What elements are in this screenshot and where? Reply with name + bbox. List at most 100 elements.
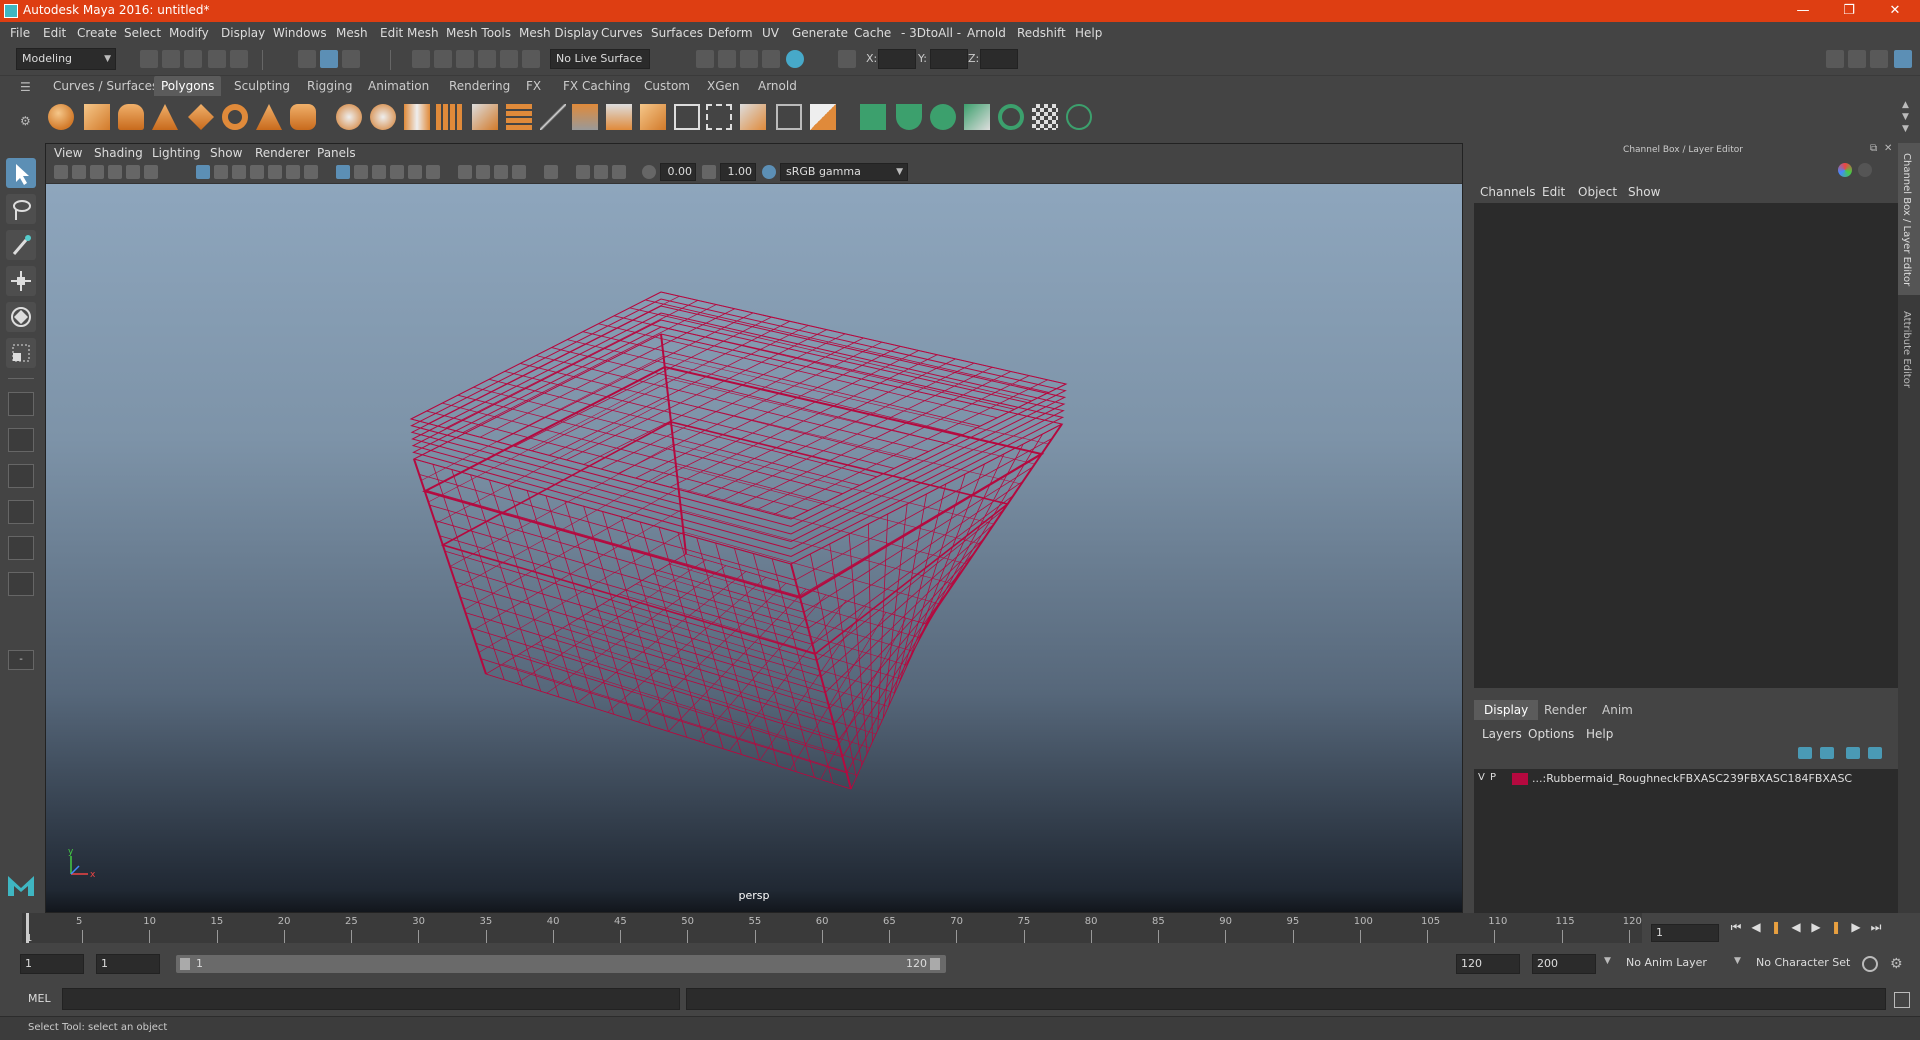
select-component-icon[interactable] <box>342 50 360 68</box>
tool-settings-icon[interactable] <box>1870 50 1888 68</box>
current-time-field[interactable]: 1 <box>1651 924 1719 942</box>
merge-icon[interactable] <box>776 104 802 130</box>
two-pane-layout-icon[interactable] <box>8 464 34 488</box>
menu-edit-mesh[interactable]: Edit Mesh <box>380 26 439 40</box>
menu-3dtoall[interactable]: - 3DtoAll - <box>901 26 961 40</box>
uv-planar-icon[interactable] <box>860 104 886 130</box>
ipr-render-icon[interactable] <box>740 50 758 68</box>
target-weld-icon[interactable] <box>740 104 766 130</box>
menu-mesh[interactable]: Mesh <box>336 26 368 40</box>
attribute-editor-icon[interactable] <box>1848 50 1866 68</box>
channel-box-icon[interactable] <box>1894 50 1912 68</box>
bridge-icon[interactable] <box>606 104 632 130</box>
snap-magnet-icon[interactable] <box>522 50 540 68</box>
camera-attributes-icon[interactable] <box>72 165 86 179</box>
shelf-scroll-up-icon[interactable]: ▲ <box>1902 100 1909 110</box>
command-input[interactable] <box>62 988 680 1010</box>
outliner-toggle-icon[interactable]: - <box>8 650 34 670</box>
gamma-field[interactable]: 1.00 <box>720 163 756 181</box>
field-chart-icon[interactable] <box>268 165 282 179</box>
snap-point-icon[interactable] <box>456 50 474 68</box>
vp-menu-show[interactable]: Show <box>210 146 242 160</box>
menu-redshift[interactable]: Redshift <box>1017 26 1066 40</box>
exposure-icon[interactable] <box>642 165 656 179</box>
poly-torus-icon[interactable] <box>222 104 248 130</box>
vp-menu-shading[interactable]: Shading <box>94 146 143 160</box>
tab-sculpting[interactable]: Sculpting <box>227 76 297 96</box>
close-button[interactable]: ✕ <box>1872 0 1918 22</box>
tab-render[interactable]: Render <box>1534 700 1597 720</box>
uv-cylindrical-icon[interactable] <box>896 104 922 130</box>
tab-polygons[interactable]: Polygons <box>154 76 222 96</box>
menu-arnold[interactable]: Arnold <box>967 26 1006 40</box>
menu-curves[interactable]: Curves <box>601 26 643 40</box>
render-current-icon[interactable] <box>718 50 736 68</box>
smooth-shade-icon[interactable] <box>354 165 368 179</box>
open-scene-icon[interactable] <box>162 50 180 68</box>
vp-menu-renderer[interactable]: Renderer <box>255 146 310 160</box>
menu-mesh-tools[interactable]: Mesh Tools <box>446 26 511 40</box>
layer-color-swatch[interactable] <box>1512 773 1528 785</box>
step-forward-key-icon[interactable]: ❚ <box>1828 919 1844 935</box>
safe-title-icon[interactable] <box>304 165 318 179</box>
manipulator-icon[interactable] <box>1838 163 1852 177</box>
playback-start-field[interactable]: 1 <box>96 954 160 974</box>
anti-aliasing-icon[interactable] <box>494 165 508 179</box>
script-editor-icon[interactable] <box>1894 992 1910 1008</box>
menu-edit[interactable]: Edit <box>43 26 66 40</box>
select-object-icon[interactable] <box>320 50 338 68</box>
color-management-icon[interactable] <box>762 165 776 179</box>
animation-end-field[interactable]: 200 <box>1532 954 1596 974</box>
uv-spherical-icon[interactable] <box>930 104 956 130</box>
hypershade-icon[interactable] <box>786 50 804 68</box>
minimize-button[interactable]: — <box>1780 0 1826 22</box>
tab-display[interactable]: Display <box>1474 700 1539 720</box>
move-tool-icon[interactable] <box>6 266 36 296</box>
go-to-end-icon[interactable]: ⏭ <box>1868 919 1884 935</box>
uv-auto-icon[interactable] <box>964 104 990 130</box>
cb-menu-object[interactable]: Object <box>1578 185 1617 199</box>
snap-curve-icon[interactable] <box>434 50 452 68</box>
persp-outliner-layout-icon[interactable] <box>8 536 34 560</box>
append-icon[interactable] <box>674 104 700 130</box>
wireframe-icon[interactable] <box>336 165 350 179</box>
poly-pipe-icon[interactable] <box>290 104 316 130</box>
image-plane-icon[interactable] <box>108 165 122 179</box>
use-all-lights-icon[interactable] <box>408 165 422 179</box>
select-camera-icon[interactable] <box>54 165 68 179</box>
layer-menu-help[interactable]: Help <box>1586 727 1613 741</box>
collapse-icon[interactable] <box>810 104 836 130</box>
shelf-menu-icon[interactable]: ☰ <box>20 80 34 94</box>
screen-space-ao-icon[interactable] <box>458 165 472 179</box>
save-scene-icon[interactable] <box>184 50 202 68</box>
auto-key-icon[interactable] <box>1862 956 1878 972</box>
layer-name[interactable]: ...:Rubbermaid_RoughneckFBXASC239FBXASC1… <box>1532 772 1852 785</box>
tab-xgen[interactable]: XGen <box>700 76 747 96</box>
persp-graph-layout-icon[interactable] <box>8 500 34 524</box>
xray-components-icon[interactable] <box>612 165 626 179</box>
depth-of-field-icon[interactable] <box>512 165 526 179</box>
move-layer-up-icon[interactable] <box>1798 747 1812 759</box>
combine-icon[interactable] <box>336 104 362 130</box>
menu-windows[interactable]: Windows <box>273 26 327 40</box>
tab-arnold[interactable]: Arnold <box>751 76 804 96</box>
reduce-icon[interactable] <box>472 104 498 130</box>
textured-icon[interactable] <box>390 165 404 179</box>
separate-icon[interactable] <box>370 104 396 130</box>
layer-menu-layers[interactable]: Layers <box>1482 727 1522 741</box>
transform-constraint-icon[interactable] <box>838 50 856 68</box>
vp-menu-panels[interactable]: Panels <box>317 146 356 160</box>
snap-view-icon[interactable] <box>478 50 496 68</box>
step-back-frame-icon[interactable]: ◀ <box>1748 919 1764 935</box>
menu-surfaces[interactable]: Surfaces <box>651 26 703 40</box>
poly-cylinder-icon[interactable] <box>118 104 144 130</box>
tab-custom[interactable]: Custom <box>637 76 697 96</box>
poly-cube-icon[interactable] <box>84 104 110 130</box>
step-back-key-icon[interactable]: ❚ <box>1768 919 1784 935</box>
z-field[interactable] <box>980 49 1018 69</box>
render-view-icon[interactable] <box>696 50 714 68</box>
animation-preferences-icon[interactable]: ⚙ <box>1890 956 1906 972</box>
animation-start-field[interactable]: 1 <box>20 954 84 974</box>
viewport-scene[interactable]: y x persp <box>46 184 1462 912</box>
scale-tool-icon[interactable] <box>6 338 36 368</box>
